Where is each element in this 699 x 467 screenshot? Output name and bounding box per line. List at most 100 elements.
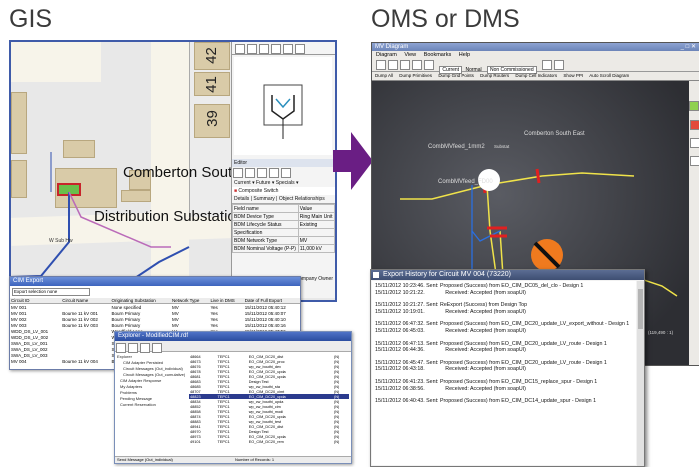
tree-node[interactable]: Current Reservation xyxy=(117,402,187,408)
zoom-icon[interactable] xyxy=(400,60,410,70)
dump-all-button[interactable]: Dump All xyxy=(375,73,393,78)
send-icon[interactable] xyxy=(152,343,162,353)
table-row[interactable]: Specification xyxy=(232,228,335,237)
history-received-line: 15/11/2012 06:38:56. Received: Accepted … xyxy=(375,385,526,392)
substation-small-label: Substat xyxy=(494,144,510,149)
feeder-label-2: CombMVfeed_FD00 xyxy=(438,179,493,185)
gis-heading: GIS xyxy=(9,5,53,33)
zoom-out-icon[interactable] xyxy=(259,44,269,54)
menu-bar: Diagram View Bookmarks Help xyxy=(372,51,699,59)
rotate-icon[interactable] xyxy=(269,168,279,178)
scrollbar-thumb[interactable] xyxy=(638,289,643,329)
gis-map-window[interactable]: 42 41 39 Comberton South Distribution Su… xyxy=(9,40,337,302)
history-entry: 15/11/2012 10:23:46. Sent: Proposed (Suc… xyxy=(375,283,633,296)
future-dropdown[interactable]: Future xyxy=(256,180,270,186)
history-received-line: 15/11/2012 06:45:03. Received: Accepted … xyxy=(375,327,526,334)
history-sent-line: 15/11/2012 06:45:47. Sent: Proposed (Suc… xyxy=(375,359,607,366)
field-value[interactable] xyxy=(297,228,335,237)
tab-object-relationships[interactable]: Object Relationships xyxy=(279,196,325,202)
copy-icon[interactable] xyxy=(245,168,255,178)
history-scrollbar[interactable] xyxy=(637,281,644,466)
history-received-line: 15/11/2012 10:21:22. Received: Accepted … xyxy=(375,289,526,296)
table-cell: 49101 xyxy=(190,439,201,444)
info-tool-icon[interactable] xyxy=(690,156,699,166)
menu-bookmarks[interactable]: Bookmarks xyxy=(424,52,452,58)
table-cell: TEPC1 xyxy=(217,439,230,444)
settings-icon[interactable] xyxy=(542,60,553,70)
substation-type-label: Distribution Substation xyxy=(94,208,245,225)
back-icon[interactable] xyxy=(116,343,126,353)
switch-icon: ■ xyxy=(234,188,238,194)
export-history-window[interactable]: Export History for Circuit MV 004 (73220… xyxy=(370,269,645,467)
menu-help[interactable]: Help xyxy=(459,52,470,58)
edit-icon[interactable] xyxy=(233,168,243,178)
delete-icon[interactable] xyxy=(281,168,291,178)
field-value[interactable]: 11,000 kV xyxy=(297,244,335,253)
editor-tools xyxy=(232,167,335,179)
field-value[interactable]: Ring Main Unit xyxy=(297,212,335,221)
zoom-in-icon[interactable] xyxy=(247,44,257,54)
current-dropdown[interactable]: Current xyxy=(234,180,251,186)
status-right: Number of Records: 1 xyxy=(235,457,275,462)
table-row[interactable]: BDM Nominal Voltage (P-P) 11,000 kV xyxy=(232,244,335,253)
house-number: 39 xyxy=(203,110,221,127)
auto-scroll-button[interactable]: Auto Scroll Diagram xyxy=(589,73,629,78)
arrow-tool-icon[interactable] xyxy=(690,138,699,148)
pan-icon[interactable] xyxy=(235,44,245,54)
table-row[interactable]: BDM Network Type MV xyxy=(232,236,335,245)
move-icon[interactable] xyxy=(257,168,267,178)
tab-details[interactable]: Details xyxy=(234,196,249,202)
window-controls[interactable]: _ □ ✕ xyxy=(681,43,696,51)
schematic-preview xyxy=(234,57,332,155)
history-sent-line: 15/11/2012 06:41:23. Sent: Proposed (Suc… xyxy=(375,378,598,385)
field-value[interactable]: Existing xyxy=(297,220,335,229)
fit-icon[interactable] xyxy=(424,60,434,70)
green-tool-icon[interactable] xyxy=(689,101,699,111)
gis-tool-panel: Editor Current ▾ Future ▾ Specials ▾ ■ C… xyxy=(231,42,335,298)
export-selector[interactable]: Export selection none xyxy=(12,288,90,296)
value-header: Value xyxy=(297,204,335,213)
feeder-label-1: CombMVfeed_1mm2 xyxy=(428,144,485,150)
dump-toolbar: Dump All Dump Primitives Dump Grid Point… xyxy=(372,72,699,81)
export-history-title: Export History for Circuit MV 004 (73220… xyxy=(371,270,644,280)
dump-routers-button[interactable]: Dump Routers xyxy=(480,73,509,78)
explorer-tree: Explorer CIM Adapter Persisted Circuit Mes… xyxy=(117,354,187,408)
cim-export-title: CIM Export xyxy=(10,277,300,286)
edit-icon[interactable] xyxy=(554,60,565,70)
red-tool-icon[interactable] xyxy=(690,120,699,130)
show-ppi-button[interactable]: Show PPI xyxy=(563,73,583,78)
history-entry: 15/11/2012 06:47:13. Sent: Proposed (Suc… xyxy=(375,341,633,354)
forward-icon[interactable] xyxy=(128,343,138,353)
switch-schematic-icon xyxy=(263,84,303,139)
composite-switch-label: Composite Switch xyxy=(238,188,279,194)
measure-icon[interactable] xyxy=(283,44,293,54)
explorer-title: Explorer - ModifiedCIM.rdf xyxy=(115,332,351,341)
substation-label-south-east: Comberton South East xyxy=(524,131,585,137)
house-number: 41 xyxy=(202,76,220,93)
coordinates-readout: (119,490 : 1) xyxy=(648,330,674,335)
table-row[interactable]: BDM Lifecycle Status Existing xyxy=(232,220,335,229)
table-row[interactable]: 49101 TEPC1 EO_CIM_DC20_rem (N) xyxy=(189,439,349,444)
history-entry: 15/11/2012 06:40:43. Sent: Proposed (Suc… xyxy=(375,398,633,405)
cim-explorer-window[interactable]: Explorer - ModifiedCIM.rdf Explorer CIM A… xyxy=(114,331,352,464)
layers-icon[interactable] xyxy=(295,44,305,54)
menu-view[interactable]: View xyxy=(404,52,416,58)
pan-icon[interactable] xyxy=(412,60,422,70)
field-value[interactable]: MV xyxy=(297,236,335,245)
refresh-icon[interactable] xyxy=(140,343,150,353)
substation-name-label: Comberton South xyxy=(123,164,241,181)
select-icon[interactable] xyxy=(271,44,281,54)
mv-diagram-title-text: MV Diagram xyxy=(375,44,409,50)
dump-primitives-button[interactable]: Dump Primitives xyxy=(399,73,432,78)
tab-summary[interactable]: Summary xyxy=(253,196,274,202)
table-row[interactable]: BDM Device Type Ring Main Unit xyxy=(232,212,335,221)
menu-diagram[interactable]: Diagram xyxy=(376,52,397,58)
history-sent-line: 15/11/2012 06:40:43. Sent: Proposed (Suc… xyxy=(375,398,597,405)
dump-cell-indicators-button[interactable]: Dump Cell Indicators xyxy=(515,73,557,78)
specials-dropdown[interactable]: Specials xyxy=(276,180,295,186)
editor-section: Editor Current ▾ Future ▾ Specials ▾ ■ C… xyxy=(232,159,335,283)
composite-switch-item[interactable]: ■ Composite Switch xyxy=(232,187,335,195)
dump-grid-points-button[interactable]: Dump Grid Points xyxy=(438,73,474,78)
save-icon[interactable] xyxy=(388,60,398,70)
open-icon[interactable] xyxy=(376,60,386,70)
